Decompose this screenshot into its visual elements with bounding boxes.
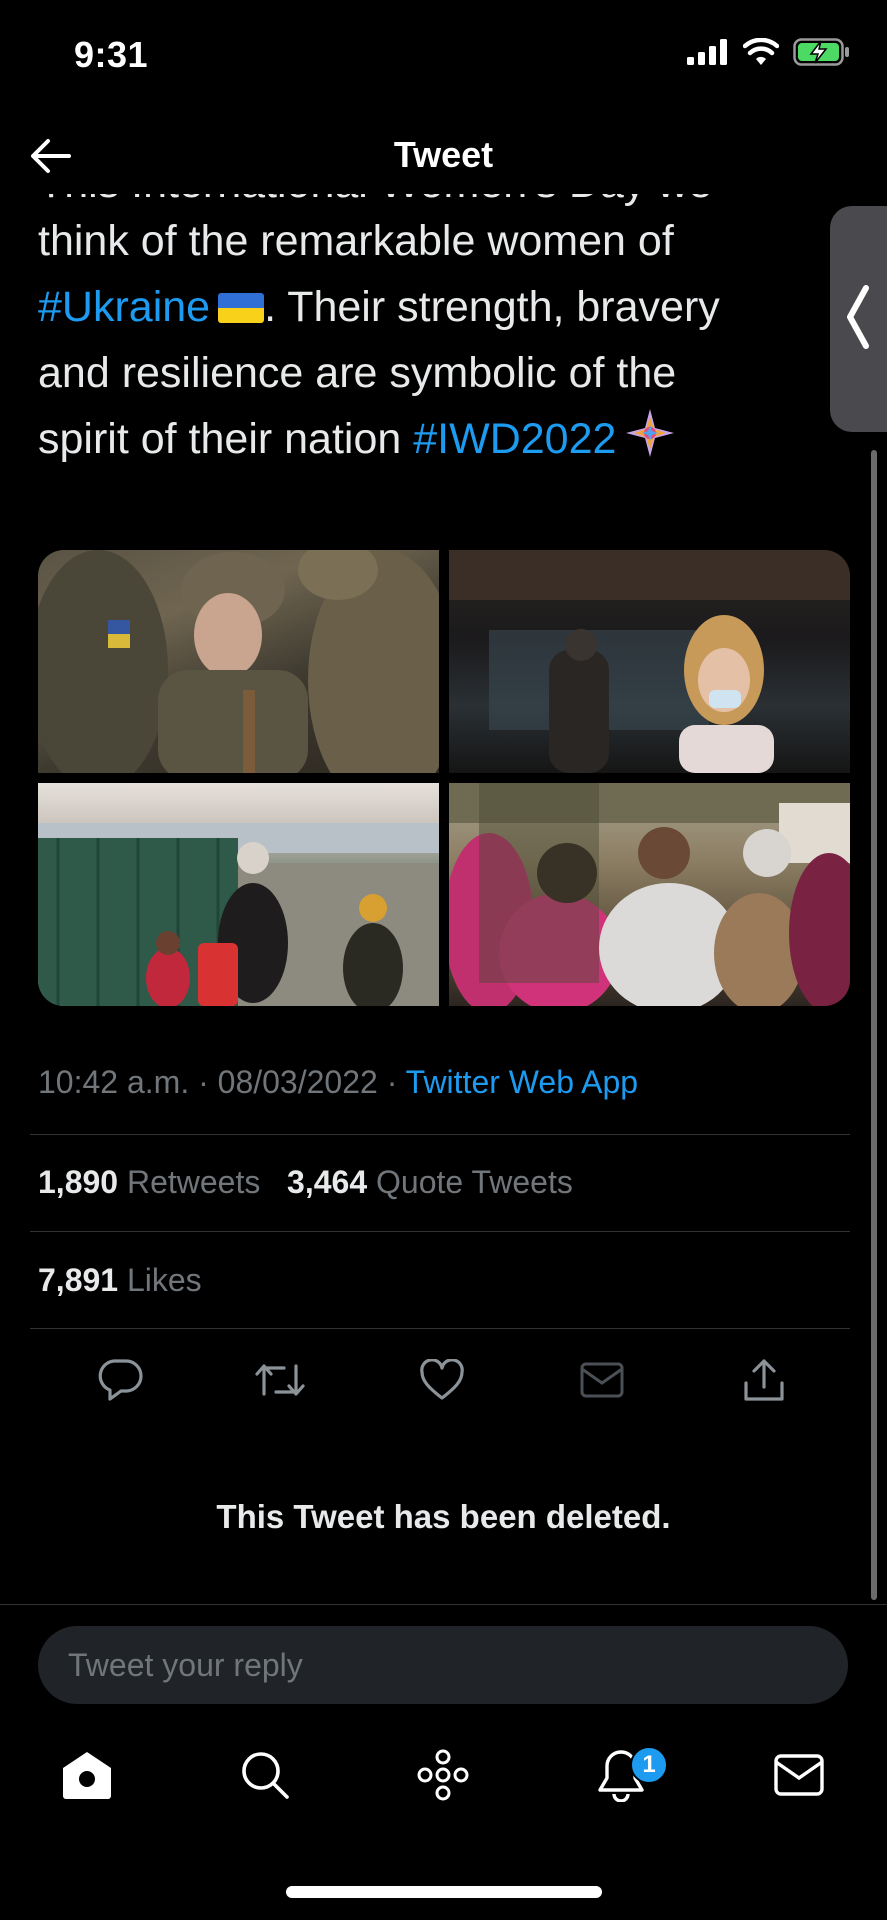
media-grid	[38, 550, 850, 1006]
tweet-text-line: spirit of their nation	[38, 415, 414, 463]
status-time: 9:31	[74, 34, 149, 75]
message-icon	[580, 1362, 624, 1398]
divider	[30, 1231, 850, 1232]
reply-icon	[98, 1359, 143, 1401]
tweet-text-line: think of the remarkable women of	[38, 217, 674, 265]
quotes-count: 3,464	[287, 1164, 368, 1200]
bottom-tab-bar	[0, 1740, 887, 1830]
reply-input[interactable]: Tweet your reply	[38, 1626, 848, 1704]
tweet-date: 08/03/2022	[217, 1064, 378, 1100]
share-icon	[744, 1359, 784, 1401]
messages-icon	[774, 1754, 824, 1796]
like-icon	[420, 1359, 464, 1400]
tweet-source-link[interactable]: Twitter Web App	[406, 1064, 638, 1100]
home-indicator[interactable]	[286, 1886, 602, 1898]
quotes-stat[interactable]: 3,464 Quote Tweets	[287, 1164, 573, 1200]
retweet-button[interactable]	[252, 1352, 308, 1408]
meta-separator: ·	[189, 1064, 218, 1100]
photo-refugees[interactable]	[38, 783, 439, 1006]
tweet-actions	[0, 1352, 887, 1412]
message-button[interactable]	[574, 1352, 630, 1408]
photo-doctor-illustration	[449, 550, 850, 773]
tab-search[interactable]	[230, 1740, 300, 1810]
tab-spaces[interactable]	[408, 1740, 478, 1810]
page-title: Tweet	[393, 134, 494, 175]
side-panel-handle[interactable]	[830, 206, 887, 432]
tweet-text-line: . Their strength, bravery	[264, 283, 720, 331]
hashtag-link[interactable]: #Ukraine	[38, 283, 210, 331]
ukraine-flag-icon	[218, 293, 265, 323]
home-icon	[63, 1752, 111, 1799]
wifi-icon	[743, 38, 779, 65]
photo-soldier[interactable]	[38, 550, 439, 773]
iwd-emoji-icon	[626, 409, 675, 457]
photo-soldier-illustration	[38, 550, 439, 773]
status-icons	[687, 38, 851, 66]
likes-count: 7,891	[38, 1262, 119, 1298]
search-icon	[242, 1752, 289, 1799]
retweets-count: 1,890	[38, 1164, 119, 1200]
retweets-label: Retweets	[126, 1164, 261, 1200]
reply-button[interactable]	[92, 1352, 148, 1408]
tweet-text-line: and resilience are symbolic of the	[38, 349, 677, 397]
meta-separator: ·	[377, 1064, 406, 1100]
share-button[interactable]	[736, 1352, 792, 1408]
retweets-stat[interactable]: 1,890 Retweets	[38, 1164, 260, 1200]
photo-volunteers[interactable]	[449, 783, 850, 1006]
tab-messages[interactable]	[764, 1740, 834, 1810]
deleted-tweet-notice: This Tweet has been deleted.	[216, 1498, 671, 1535]
retweet-stats: 1,890 Retweets 3,464 Quote Tweets	[38, 1164, 573, 1201]
divider	[0, 1604, 887, 1605]
header: Tweet	[0, 118, 887, 194]
signal-icon	[687, 39, 727, 65]
photo-refugees-illustration	[38, 823, 439, 1006]
notification-badge: 1	[630, 1746, 668, 1784]
divider	[30, 1134, 850, 1135]
status-bar: 9:31	[0, 0, 887, 110]
tweet-text: This International Women's Day we think …	[38, 178, 838, 472]
chevron-left-icon	[847, 285, 869, 349]
photo-doctor[interactable]	[449, 550, 850, 773]
spaces-icon	[417, 1749, 469, 1801]
quotes-label: Quote Tweets	[376, 1164, 573, 1200]
divider	[30, 1328, 850, 1329]
tweet-time: 10:42 a.m.	[38, 1064, 190, 1100]
likes-label: Likes	[126, 1262, 202, 1298]
like-button[interactable]	[414, 1352, 470, 1408]
scrollbar[interactable]	[871, 450, 877, 1600]
likes-stats[interactable]: 7,891 Likes	[38, 1262, 202, 1299]
retweet-icon	[255, 1364, 305, 1396]
photo-volunteers-illustration	[449, 783, 850, 1006]
hashtag-link[interactable]: #IWD2022	[413, 415, 616, 463]
tab-home[interactable]	[52, 1740, 122, 1810]
tweet-meta: 10:42 a.m. · 08/03/2022 · Twitter Web Ap…	[38, 1064, 638, 1101]
battery-charging-icon	[793, 38, 849, 66]
